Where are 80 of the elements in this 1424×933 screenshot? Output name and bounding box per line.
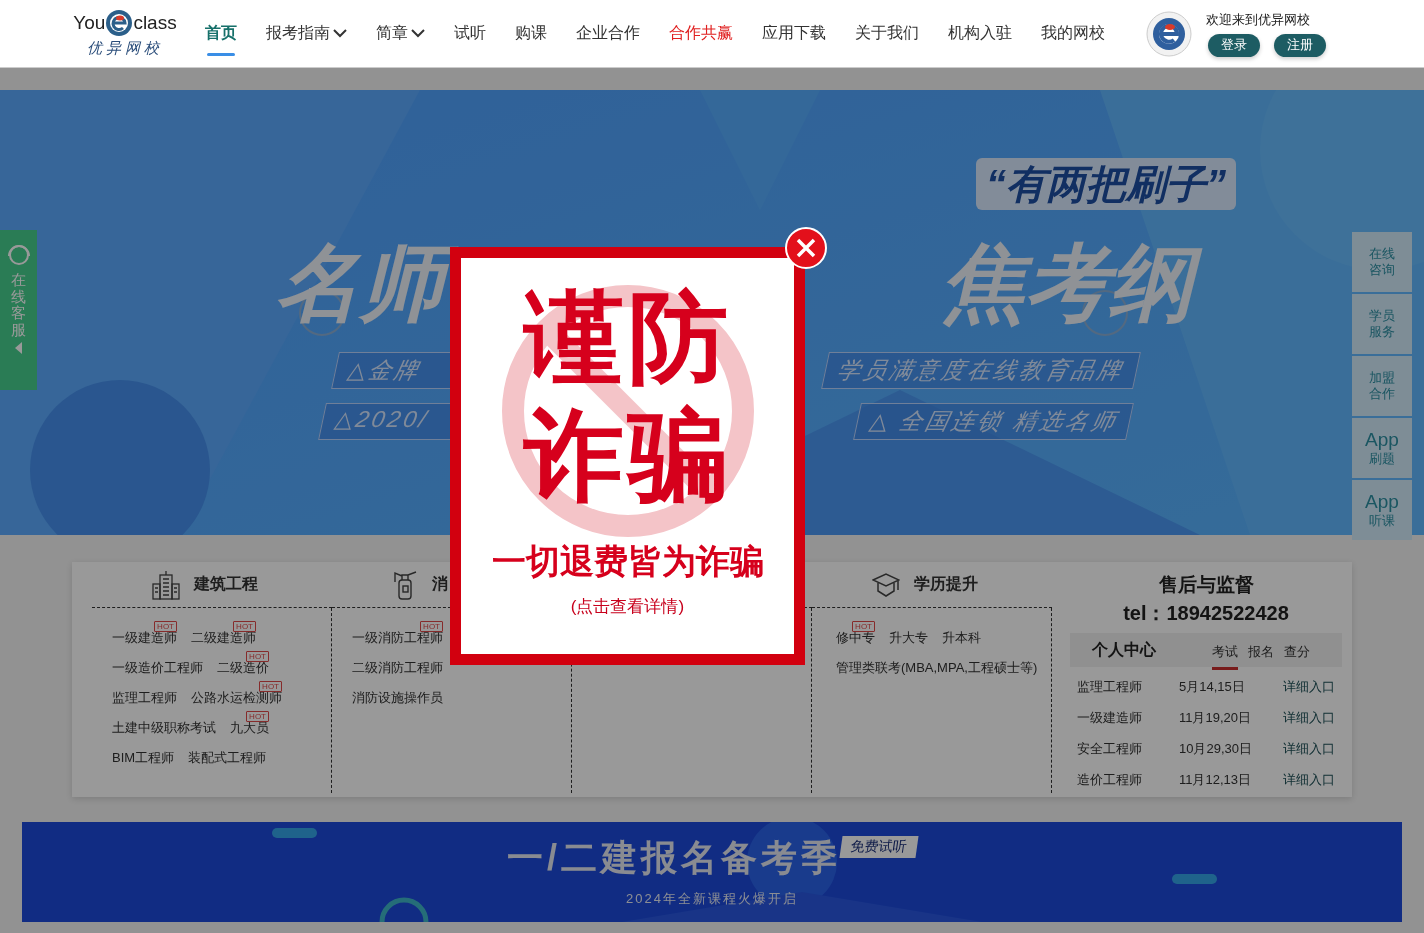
close-icon xyxy=(796,238,816,258)
nav-tab[interactable]: 报考指南 xyxy=(266,15,347,52)
course-link[interactable]: 升本科 xyxy=(942,630,981,645)
info-tab[interactable]: 查分 xyxy=(1284,630,1310,670)
course-link[interactable]: 管理类联考(MBA,MPA,工程硕士等) xyxy=(836,660,1038,675)
hot-badge: HOT xyxy=(420,621,443,632)
course-link[interactable]: 监理工程师 xyxy=(112,690,177,705)
course-link[interactable]: 一级建造师 xyxy=(112,630,177,645)
support-title: 售后与监督 xyxy=(1158,573,1254,597)
hot-badge: HOT xyxy=(246,651,269,662)
avatar-icon xyxy=(1146,10,1192,57)
category-title: 消 xyxy=(432,574,448,594)
nav-tab[interactable]: 我的网校 xyxy=(1041,15,1105,52)
course-link[interactable]: 升大专 xyxy=(889,630,928,645)
course-link[interactable]: 二级消防工程师 xyxy=(352,660,443,675)
course-link[interactable]: 消防设施操作员 xyxy=(352,690,443,705)
course-link[interactable]: 修中专 xyxy=(836,630,875,645)
course-link[interactable]: 土建中级职称考试 xyxy=(112,720,216,735)
course-link[interactable]: 公路水运检测师 xyxy=(191,690,282,705)
exam-name: 监理工程师 xyxy=(1077,678,1143,696)
welcome-text: 欢迎来到优异网校 xyxy=(1206,10,1311,29)
details-link[interactable]: 详细入口 xyxy=(1283,733,1342,764)
logo-text: You xyxy=(73,12,106,34)
hero-title: 名师 xyxy=(276,228,460,338)
hot-badge: HOT xyxy=(154,621,177,632)
course-link[interactable]: 二级建造师 xyxy=(191,630,256,645)
chevron-down-icon xyxy=(411,29,425,38)
warning-slogan: 一切退费皆为诈骗 xyxy=(491,541,764,582)
exam-name: 造价工程师 xyxy=(1077,771,1143,789)
details-link[interactable]: 详细入口 xyxy=(1283,702,1342,733)
exam-name: 一级建造师 xyxy=(1077,709,1143,727)
course-link[interactable]: 装配式工程师 xyxy=(188,750,267,765)
warning-title: 谨防 xyxy=(523,280,732,395)
hot-badge: HOT xyxy=(246,711,269,722)
auth-button[interactable]: 登录 xyxy=(1208,33,1260,57)
chevron-down-icon xyxy=(333,29,347,38)
nav-tab[interactable]: 合作共赢 xyxy=(669,15,733,52)
personal-center-title: 个人中心 xyxy=(1092,639,1156,660)
exam-date: 5月14,15日 xyxy=(1179,678,1246,696)
caret-left-icon xyxy=(14,342,23,354)
warning-title: 诈骗 xyxy=(523,398,732,513)
hero-title: 焦考纲 xyxy=(941,228,1209,338)
nav-tab[interactable]: 企业合作 xyxy=(576,15,640,52)
exam-date: 10月29,30日 xyxy=(1179,740,1253,758)
course-link[interactable]: BIM工程师 xyxy=(112,750,175,765)
course-link[interactable]: 一级造价工程师 xyxy=(112,660,203,675)
info-tab[interactable]: 报名 xyxy=(1248,630,1274,670)
exam-name: 安全工程师 xyxy=(1077,740,1143,758)
hero-quote: “有两把刷子” xyxy=(976,158,1236,210)
details-link[interactable]: 详细入口 xyxy=(1283,764,1342,795)
auth-button[interactable]: 注册 xyxy=(1274,33,1326,57)
nav-tab[interactable]: 关于我们 xyxy=(855,15,919,52)
extinguisher-icon xyxy=(392,569,418,600)
course-link[interactable]: 一级消防工程师 xyxy=(352,630,443,645)
nav-tab[interactable]: 应用下载 xyxy=(762,15,826,52)
building-icon xyxy=(152,569,180,600)
logo-text: class xyxy=(133,12,177,34)
logo-subtitle: 优异网校 xyxy=(87,39,163,58)
banner-subtitle: 2024年全新课程火爆开启 xyxy=(626,890,798,908)
banner-title: 一/二建报名备考季 xyxy=(507,836,841,880)
info-tab[interactable]: 考试 xyxy=(1212,630,1238,670)
category-title: 建筑工程 xyxy=(194,574,258,594)
details-link[interactable]: (点击查看详情) xyxy=(570,595,685,618)
course-link[interactable]: 二级造价 xyxy=(217,660,269,675)
hot-badge: HOT xyxy=(259,681,282,692)
graduation-cap-icon xyxy=(872,571,900,598)
support-phone: tel：18942522428 xyxy=(1123,601,1289,626)
hot-badge: HOT xyxy=(852,621,875,632)
nav-tab[interactable]: 简章 xyxy=(376,15,425,52)
exam-date: 11月19,20日 xyxy=(1179,709,1253,727)
nav-tab[interactable]: 购课 xyxy=(515,15,547,52)
free-trial-badge: 免费试听 xyxy=(839,836,919,858)
logo-e-icon xyxy=(105,9,134,37)
course-link[interactable]: 九大员 xyxy=(230,720,269,735)
hot-badge: HOT xyxy=(233,621,256,632)
exam-date: 11月12,13日 xyxy=(1179,771,1253,789)
details-link[interactable]: 详细入口 xyxy=(1283,671,1342,702)
category-title: 学历提升 xyxy=(914,574,978,594)
nav-tab[interactable]: 试听 xyxy=(454,15,486,52)
nav-tab[interactable]: 机构入驻 xyxy=(948,15,1012,52)
